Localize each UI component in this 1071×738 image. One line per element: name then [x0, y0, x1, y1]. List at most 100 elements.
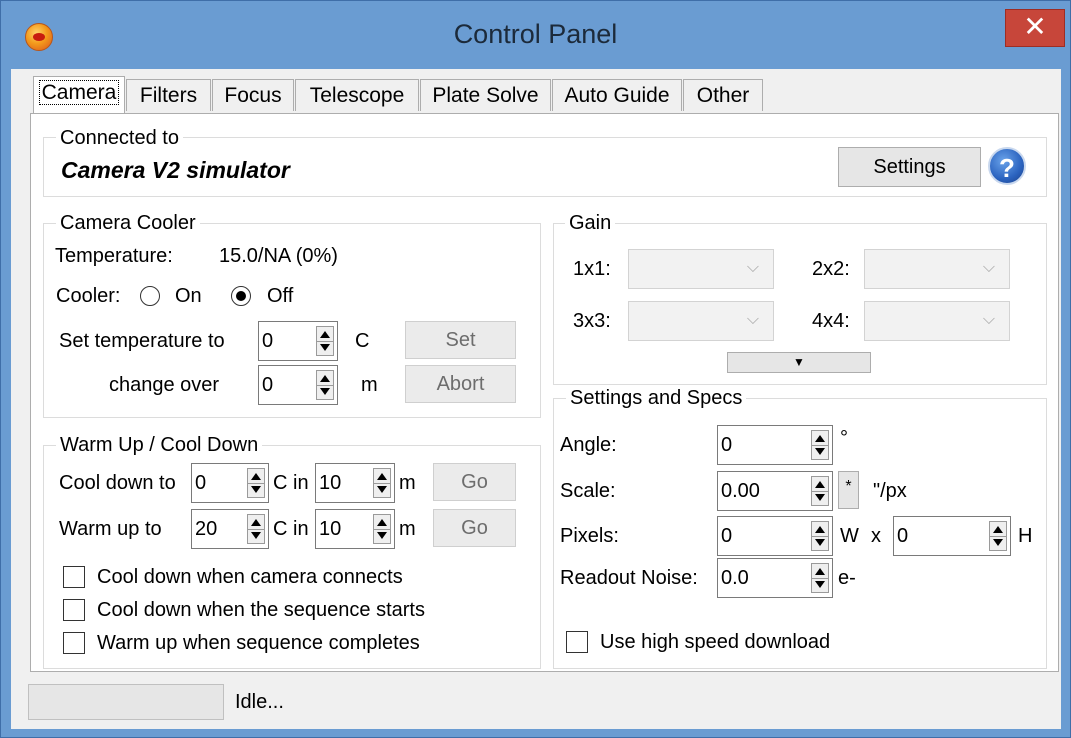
settings-specs-group-label: Settings and Specs — [566, 387, 747, 410]
gain-group-label: Gain — [565, 212, 616, 235]
set-temperature-stepper[interactable]: 0 — [258, 321, 338, 361]
cool-down-on-sequence-start-checkbox[interactable] — [63, 599, 85, 621]
set-temperature-unit: C — [355, 330, 370, 352]
warm-up-label: Warm up to — [59, 518, 162, 540]
scale-calc-button[interactable]: * — [838, 471, 859, 509]
pixels-height-value: 0 — [897, 525, 909, 547]
warm-up-temp-stepper[interactable]: 20 — [191, 509, 269, 549]
pixels-label: Pixels: — [560, 525, 619, 547]
camera-cooler-group-label: Camera Cooler — [56, 212, 200, 235]
tab-label: Camera — [38, 80, 120, 105]
abort-button[interactable]: Abort — [405, 365, 516, 403]
warm-up-on-sequence-complete-label: Warm up when sequence completes — [97, 632, 420, 654]
cooler-off-label: Off — [267, 285, 294, 307]
gain-2x2-select[interactable]: ⌵ — [864, 249, 1010, 289]
set-button[interactable]: Set — [405, 321, 516, 359]
spin-arrows-icon[interactable] — [811, 521, 829, 551]
tab-auto-guide[interactable]: Auto Guide — [552, 79, 682, 111]
readout-noise-unit: e- — [838, 567, 856, 589]
warm-up-c-in-label: C in — [273, 518, 309, 540]
cool-down-minutes-stepper[interactable]: 10 — [315, 463, 395, 503]
tab-filters[interactable]: Filters — [126, 79, 211, 111]
cooler-on-radio[interactable] — [140, 286, 160, 306]
readout-noise-label: Readout Noise: — [560, 567, 698, 589]
settings-button[interactable]: Settings — [838, 147, 981, 187]
title-bar[interactable]: Control Panel ✕ — [1, 1, 1070, 69]
angle-stepper[interactable]: 0 — [717, 425, 833, 465]
readout-noise-stepper[interactable]: 0.0 — [717, 558, 833, 598]
gain-expand-button[interactable]: ▼ — [727, 352, 871, 373]
triangle-down-icon: ▼ — [793, 355, 805, 369]
window-title: Control Panel — [453, 19, 618, 49]
gain-3x3-label: 3x3: — [573, 310, 611, 332]
cool-down-go-button[interactable]: Go — [433, 463, 516, 501]
cool-down-on-connect-checkbox[interactable] — [63, 566, 85, 588]
help-icon[interactable]: ? — [988, 147, 1026, 185]
warm-up-temp-value: 20 — [195, 518, 218, 540]
pixels-h-label: H — [1018, 525, 1033, 547]
spin-arrows-icon[interactable] — [811, 563, 829, 593]
cool-down-temp-value: 0 — [195, 472, 207, 494]
tab-other[interactable]: Other — [683, 79, 763, 111]
warm-up-minutes-value: 10 — [319, 518, 342, 540]
chevron-down-icon: ⌵ — [746, 311, 759, 328]
gain-4x4-label: 4x4: — [812, 310, 850, 332]
tab-plate-solve[interactable]: Plate Solve — [420, 79, 551, 111]
spin-arrows-icon[interactable] — [811, 430, 829, 460]
cooler-on-label: On — [175, 285, 202, 307]
set-temperature-label: Set temperature to — [59, 330, 225, 352]
cool-down-minutes-value: 10 — [319, 472, 342, 494]
spin-arrows-icon[interactable] — [373, 514, 391, 544]
warm-up-minutes-stepper[interactable]: 10 — [315, 509, 395, 549]
set-temperature-value: 0 — [262, 330, 274, 352]
spin-arrows-icon[interactable] — [989, 521, 1007, 551]
spin-arrows-icon[interactable] — [247, 514, 265, 544]
angle-value: 0 — [721, 434, 733, 456]
cooler-label: Cooler: — [56, 285, 121, 307]
connected-group-label: Connected to — [56, 127, 183, 150]
warm-up-on-sequence-complete-checkbox[interactable] — [63, 632, 85, 654]
spin-arrows-icon[interactable] — [247, 468, 265, 498]
change-over-value: 0 — [262, 374, 274, 396]
temperature-label: Temperature: — [55, 245, 173, 267]
gain-1x1-select[interactable]: ⌵ — [628, 249, 774, 289]
angle-label: Angle: — [560, 434, 617, 456]
gain-3x3-select[interactable]: ⌵ — [628, 301, 774, 341]
cooler-off-radio[interactable] — [231, 286, 251, 306]
pixels-height-stepper[interactable]: 0 — [893, 516, 1011, 556]
spin-arrows-icon[interactable] — [316, 326, 334, 356]
change-over-unit: m — [361, 374, 378, 396]
angle-unit: ° — [840, 427, 848, 449]
close-button[interactable]: ✕ — [1005, 9, 1065, 47]
pixels-x-label: x — [871, 525, 881, 547]
cool-down-temp-stepper[interactable]: 0 — [191, 463, 269, 503]
high-speed-download-checkbox[interactable] — [566, 631, 588, 653]
chevron-down-icon: ⌵ — [982, 311, 995, 328]
gain-1x1-label: 1x1: — [573, 258, 611, 280]
scale-unit: "/px — [873, 480, 907, 502]
cool-down-label: Cool down to — [59, 472, 176, 494]
readout-noise-value: 0.0 — [721, 567, 749, 589]
temperature-value: 15.0/NA (0%) — [219, 245, 338, 267]
change-over-stepper[interactable]: 0 — [258, 365, 338, 405]
cool-down-c-in-label: C in — [273, 472, 309, 494]
pixels-w-label: W — [840, 525, 859, 547]
scale-value: 0.00 — [721, 480, 760, 502]
scale-stepper[interactable]: 0.00 — [717, 471, 833, 511]
tab-telescope[interactable]: Telescope — [295, 79, 419, 111]
pixels-width-stepper[interactable]: 0 — [717, 516, 833, 556]
gain-4x4-select[interactable]: ⌵ — [864, 301, 1010, 341]
change-over-label: change over — [109, 374, 220, 396]
tab-camera[interactable]: Camera — [33, 76, 125, 113]
warm-up-go-button[interactable]: Go — [433, 509, 516, 547]
device-name: Camera V2 simulator — [61, 157, 290, 183]
spin-arrows-icon[interactable] — [811, 476, 829, 506]
spin-arrows-icon[interactable] — [373, 468, 391, 498]
spin-arrows-icon[interactable] — [316, 370, 334, 400]
tab-focus[interactable]: Focus — [212, 79, 294, 111]
cool-down-on-sequence-start-label: Cool down when the sequence starts — [97, 599, 425, 621]
scale-label: Scale: — [560, 480, 616, 502]
status-text: Idle... — [235, 691, 284, 713]
pixels-width-value: 0 — [721, 525, 733, 547]
high-speed-download-label: Use high speed download — [600, 631, 831, 653]
